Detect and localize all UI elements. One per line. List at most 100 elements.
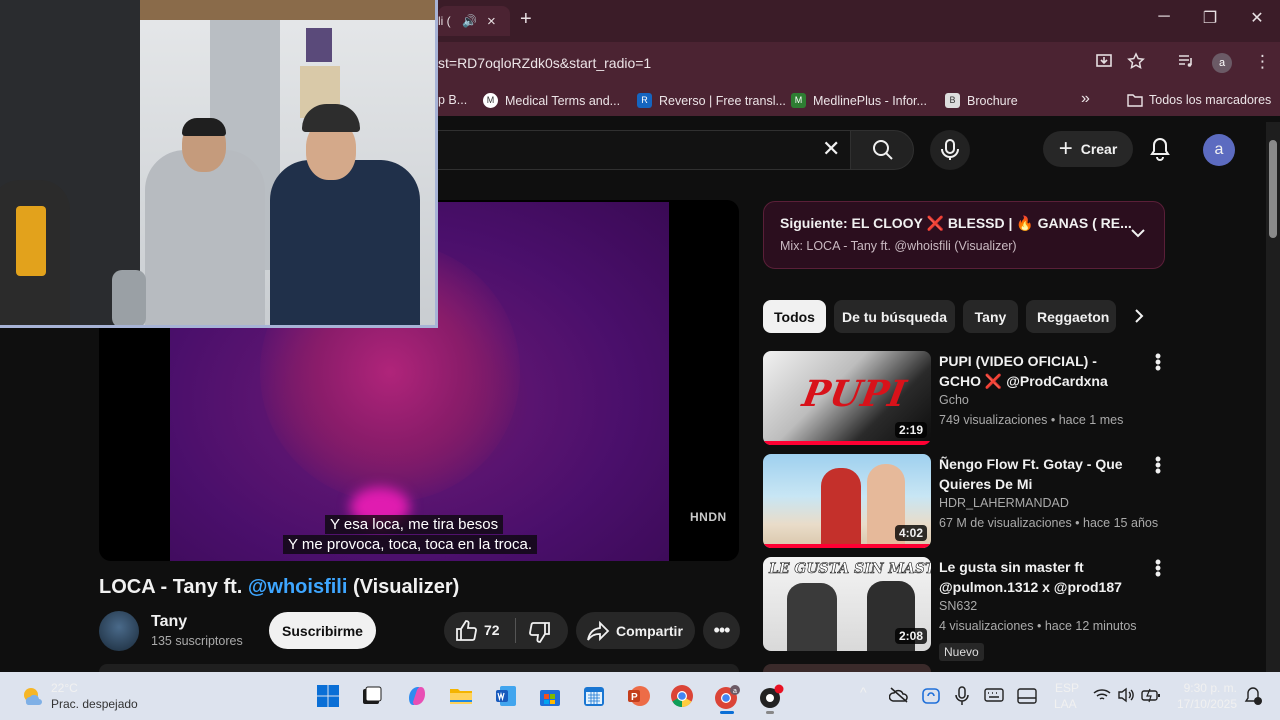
recommendation-title[interactable]: Ñengo Flow Ft. Gotay - Que Quieres De Mi bbox=[939, 454, 1139, 494]
video-thumbnail[interactable]: PUPI 2:19 bbox=[763, 351, 931, 445]
like-icon[interactable] bbox=[454, 619, 478, 648]
minimize-button[interactable]: ─ bbox=[1144, 8, 1184, 26]
word-icon[interactable] bbox=[494, 684, 518, 708]
chrome-menu-icon[interactable]: ⋮ bbox=[1254, 52, 1271, 72]
more-actions-button[interactable]: ••• bbox=[703, 612, 740, 649]
media-control-icon[interactable] bbox=[1177, 52, 1195, 75]
search-icon bbox=[873, 140, 893, 160]
bookmark-star-icon[interactable] bbox=[1127, 52, 1145, 75]
new-tab-button[interactable]: + bbox=[520, 8, 532, 31]
recommendation-title[interactable]: PUPI (VIDEO OFICIAL) - GCHO ❌ @ProdCardx… bbox=[939, 351, 1139, 391]
recommendation-channel[interactable]: HDR_LAHERMANDAD bbox=[939, 496, 1069, 510]
file-explorer-icon[interactable] bbox=[449, 684, 473, 708]
video-title: LOCA - Tany ft. @whoisfili (Visualizer) bbox=[99, 576, 460, 598]
search-button[interactable] bbox=[850, 130, 914, 170]
chip-tany[interactable]: Tany bbox=[963, 300, 1018, 333]
speaker-icon[interactable]: 🔊 bbox=[462, 14, 477, 28]
keyboard-icon[interactable] bbox=[984, 688, 1004, 707]
chip-reggaeton[interactable]: Reggaeton bbox=[1026, 300, 1116, 333]
weather-temperature[interactable]: 22°C bbox=[51, 681, 78, 695]
bookmark-item[interactable]: p B... bbox=[438, 93, 467, 107]
tab-close-icon[interactable]: × bbox=[487, 13, 496, 30]
bookmark-item[interactable]: R Reverso | Free transl... bbox=[637, 93, 786, 108]
microphone-tray-icon[interactable] bbox=[955, 686, 969, 711]
sync-icon[interactable] bbox=[921, 686, 941, 711]
microphone-icon bbox=[941, 139, 959, 160]
mw-icon: M bbox=[483, 93, 498, 108]
recommendation-item[interactable]: PUPI 2:19 PUPI (VIDEO OFICIAL) - GCHO ❌ … bbox=[763, 347, 1173, 451]
input-language[interactable]: ESP bbox=[1055, 681, 1079, 695]
bookmark-item[interactable]: M MedlinePlus - Infor... bbox=[791, 93, 927, 108]
install-app-icon[interactable] bbox=[1095, 52, 1113, 75]
chip-todos[interactable]: Todos bbox=[763, 300, 826, 333]
video-thumbnail[interactable]: LE GUSTA SIN MASTER 2:08 bbox=[763, 557, 931, 651]
wifi-icon[interactable] bbox=[1093, 688, 1111, 707]
microsoft-store-icon[interactable] bbox=[538, 684, 562, 708]
search-clear-icon[interactable]: ✕ bbox=[822, 136, 840, 162]
search-input[interactable] bbox=[438, 130, 850, 170]
display-icon[interactable] bbox=[1017, 688, 1037, 709]
windows-start-icon[interactable] bbox=[316, 684, 340, 708]
chrome-icon[interactable] bbox=[670, 684, 694, 708]
channel-avatar[interactable] bbox=[99, 611, 139, 651]
recommendation-item[interactable]: LE GUSTA SIN MASTER 2:08 Le gusta sin ma… bbox=[763, 553, 1173, 661]
chevron-right-icon[interactable] bbox=[1129, 306, 1149, 331]
copilot-icon[interactable] bbox=[405, 684, 429, 708]
powerpoint-icon[interactable]: P bbox=[626, 684, 650, 708]
channel-name[interactable]: Tany bbox=[151, 613, 187, 631]
kebab-menu-icon[interactable]: • • • bbox=[1153, 450, 1163, 480]
calendar-app-icon[interactable] bbox=[582, 684, 606, 708]
browser-tab-active[interactable]: li ( 🔊 × bbox=[438, 6, 510, 36]
keyboard-layout[interactable]: LAA bbox=[1054, 697, 1077, 711]
voice-search-button[interactable] bbox=[930, 130, 970, 170]
share-icon bbox=[587, 620, 610, 641]
bookmark-item[interactable]: M Medical Terms and... bbox=[483, 93, 620, 108]
video-thumbnail[interactable] bbox=[763, 664, 931, 672]
dislike-icon[interactable] bbox=[528, 620, 552, 649]
recommendation-title[interactable]: Le gusta sin master ft @pulmon.1312 x @p… bbox=[939, 557, 1139, 597]
video-thumbnail[interactable]: 4:02 bbox=[763, 454, 931, 548]
recommendation-meta: 4 visualizaciones • hace 12 minutos bbox=[939, 619, 1137, 633]
description-box[interactable] bbox=[99, 664, 739, 672]
kebab-menu-icon[interactable]: • • • bbox=[1153, 347, 1163, 377]
chevron-down-icon[interactable] bbox=[1128, 223, 1148, 248]
onedrive-icon[interactable] bbox=[888, 686, 909, 709]
subscribe-button[interactable]: Suscribirme bbox=[269, 612, 376, 649]
weather-icon[interactable] bbox=[20, 684, 44, 713]
svg-text:P: P bbox=[631, 692, 638, 703]
weather-description[interactable]: Prac. despejado bbox=[51, 697, 138, 711]
scrollbar-thumb[interactable] bbox=[1269, 140, 1277, 238]
tray-overflow-chevron-icon[interactable]: ^ bbox=[860, 684, 867, 700]
share-button[interactable]: Compartir bbox=[576, 612, 695, 649]
account-avatar[interactable]: a bbox=[1203, 134, 1235, 166]
recommendation-channel[interactable]: Gcho bbox=[939, 393, 969, 407]
maximize-button[interactable]: ❐ bbox=[1190, 8, 1230, 28]
clock-date[interactable]: 17/10/2025 bbox=[1171, 697, 1237, 711]
kebab-menu-icon[interactable]: • • • bbox=[1153, 553, 1163, 583]
chrome-profile-icon[interactable]: a bbox=[714, 684, 740, 709]
bookmark-item[interactable]: B Brochure bbox=[945, 93, 1018, 108]
all-bookmarks-button[interactable]: Todos los marcadores bbox=[1127, 93, 1271, 107]
battery-icon[interactable] bbox=[1141, 687, 1161, 708]
notification-center-icon[interactable] bbox=[1244, 686, 1262, 711]
address-bar[interactable]: st=RD7oqloRZdk0s&start_radio=1 bbox=[438, 55, 651, 71]
up-next-subtitle: Mix: LOCA - Tany ft. @whoisfili (Visuali… bbox=[780, 239, 1017, 253]
chip-de-tu-busqueda[interactable]: De tu búsqueda bbox=[834, 300, 955, 333]
create-button[interactable]: + Crear bbox=[1043, 131, 1133, 167]
up-next-panel[interactable] bbox=[763, 201, 1165, 269]
up-next-title: Siguiente: EL CLOOY ❌ BLESSD | 🔥 GANAS (… bbox=[780, 215, 1132, 231]
volume-icon[interactable] bbox=[1117, 687, 1135, 708]
window-close-button[interactable]: ✕ bbox=[1237, 8, 1277, 28]
brochure-icon: B bbox=[945, 93, 960, 108]
notifications-bell-icon[interactable] bbox=[1148, 136, 1172, 167]
mention-link[interactable]: @whoisfili bbox=[248, 576, 348, 598]
caption-line-1: Y esa loca, me tira besos bbox=[325, 515, 504, 534]
recommendation-channel[interactable]: SN632 bbox=[939, 599, 977, 613]
bookmarks-overflow-button[interactable]: » bbox=[1081, 90, 1090, 108]
app-notification-icon[interactable] bbox=[758, 684, 784, 708]
reverso-icon: R bbox=[637, 93, 652, 108]
profile-avatar[interactable]: a bbox=[1212, 53, 1232, 73]
clock-time[interactable]: 9:30 p. m. bbox=[1183, 681, 1237, 695]
task-view-icon[interactable] bbox=[360, 684, 384, 708]
recommendation-item[interactable]: 4:02 Ñengo Flow Ft. Gotay - Que Quieres … bbox=[763, 450, 1173, 554]
